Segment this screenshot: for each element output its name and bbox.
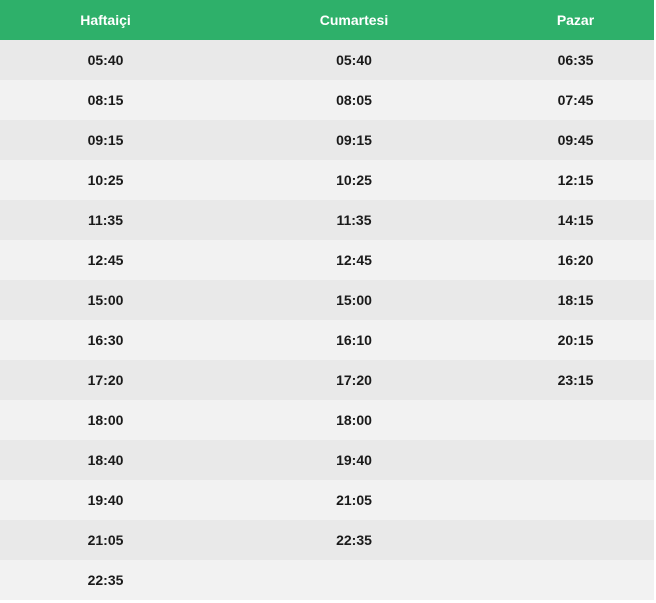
saturday-time-cell: 12:45	[211, 240, 497, 280]
sunday-time-cell	[497, 560, 654, 600]
saturday-time-cell: 22:35	[211, 520, 497, 560]
table-row: 11:35 11:35 14:15	[0, 200, 654, 240]
saturday-time-cell: 21:05	[211, 480, 497, 520]
weekday-time-cell: 11:35	[0, 200, 211, 240]
table-row: 22:35	[0, 560, 654, 600]
table-header: Haftaiçi Cumartesi Pazar	[0, 0, 654, 40]
sunday-time-cell: 16:20	[497, 240, 654, 280]
weekday-time-cell: 09:15	[0, 120, 211, 160]
saturday-time-cell: 18:00	[211, 400, 497, 440]
schedule-table: Haftaiçi Cumartesi Pazar 05:40 05:40 06:35…	[0, 0, 654, 600]
weekday-time-cell: 21:05	[0, 520, 211, 560]
weekday-time-cell: 15:00	[0, 280, 211, 320]
weekday-time-cell: 18:00	[0, 400, 211, 440]
sunday-time-cell	[497, 400, 654, 440]
sunday-time-cell: 18:15	[497, 280, 654, 320]
weekday-time-cell: 19:40	[0, 480, 211, 520]
sunday-time-cell: 07:45	[497, 80, 654, 120]
sunday-time-cell: 12:15	[497, 160, 654, 200]
table-body: 05:40 05:40 06:35 08:15 08:05 07:45 09:15 09:15…	[0, 40, 654, 600]
sunday-time-cell	[497, 520, 654, 560]
weekday-time-cell: 05:40	[0, 40, 211, 80]
weekday-time-cell: 10:25	[0, 160, 211, 200]
weekday-time-cell: 16:30	[0, 320, 211, 360]
table-row: 05:40 05:40 06:35	[0, 40, 654, 80]
header-row: Haftaiçi Cumartesi Pazar	[0, 0, 654, 40]
saturday-time-cell: 15:00	[211, 280, 497, 320]
table-row: 18:00 18:00	[0, 400, 654, 440]
saturday-time-cell: 17:20	[211, 360, 497, 400]
table-row: 10:25 10:25 12:15	[0, 160, 654, 200]
saturday-time-cell: 09:15	[211, 120, 497, 160]
saturday-time-cell: 19:40	[211, 440, 497, 480]
column-header-saturday: Cumartesi	[211, 0, 497, 40]
sunday-time-cell: 20:15	[497, 320, 654, 360]
table-row: 18:40 19:40	[0, 440, 654, 480]
sunday-time-cell	[497, 440, 654, 480]
column-header-weekdays: Haftaiçi	[0, 0, 211, 40]
sunday-time-cell: 23:15	[497, 360, 654, 400]
table-row: 19:40 21:05	[0, 480, 654, 520]
saturday-time-cell: 05:40	[211, 40, 497, 80]
table-row: 08:15 08:05 07:45	[0, 80, 654, 120]
sunday-time-cell: 09:45	[497, 120, 654, 160]
weekday-time-cell: 17:20	[0, 360, 211, 400]
weekday-time-cell: 22:35	[0, 560, 211, 600]
table-row: 12:45 12:45 16:20	[0, 240, 654, 280]
saturday-time-cell: 08:05	[211, 80, 497, 120]
table-row: 15:00 15:00 18:15	[0, 280, 654, 320]
saturday-time-cell: 10:25	[211, 160, 497, 200]
weekday-time-cell: 18:40	[0, 440, 211, 480]
saturday-time-cell	[211, 560, 497, 600]
sunday-time-cell: 06:35	[497, 40, 654, 80]
saturday-time-cell: 16:10	[211, 320, 497, 360]
table-row: 16:30 16:10 20:15	[0, 320, 654, 360]
sunday-time-cell: 14:15	[497, 200, 654, 240]
table-row: 17:20 17:20 23:15	[0, 360, 654, 400]
saturday-time-cell: 11:35	[211, 200, 497, 240]
sunday-time-cell	[497, 480, 654, 520]
weekday-time-cell: 08:15	[0, 80, 211, 120]
table-row: 21:05 22:35	[0, 520, 654, 560]
column-header-sunday: Pazar	[497, 0, 654, 40]
table-row: 09:15 09:15 09:45	[0, 120, 654, 160]
weekday-time-cell: 12:45	[0, 240, 211, 280]
